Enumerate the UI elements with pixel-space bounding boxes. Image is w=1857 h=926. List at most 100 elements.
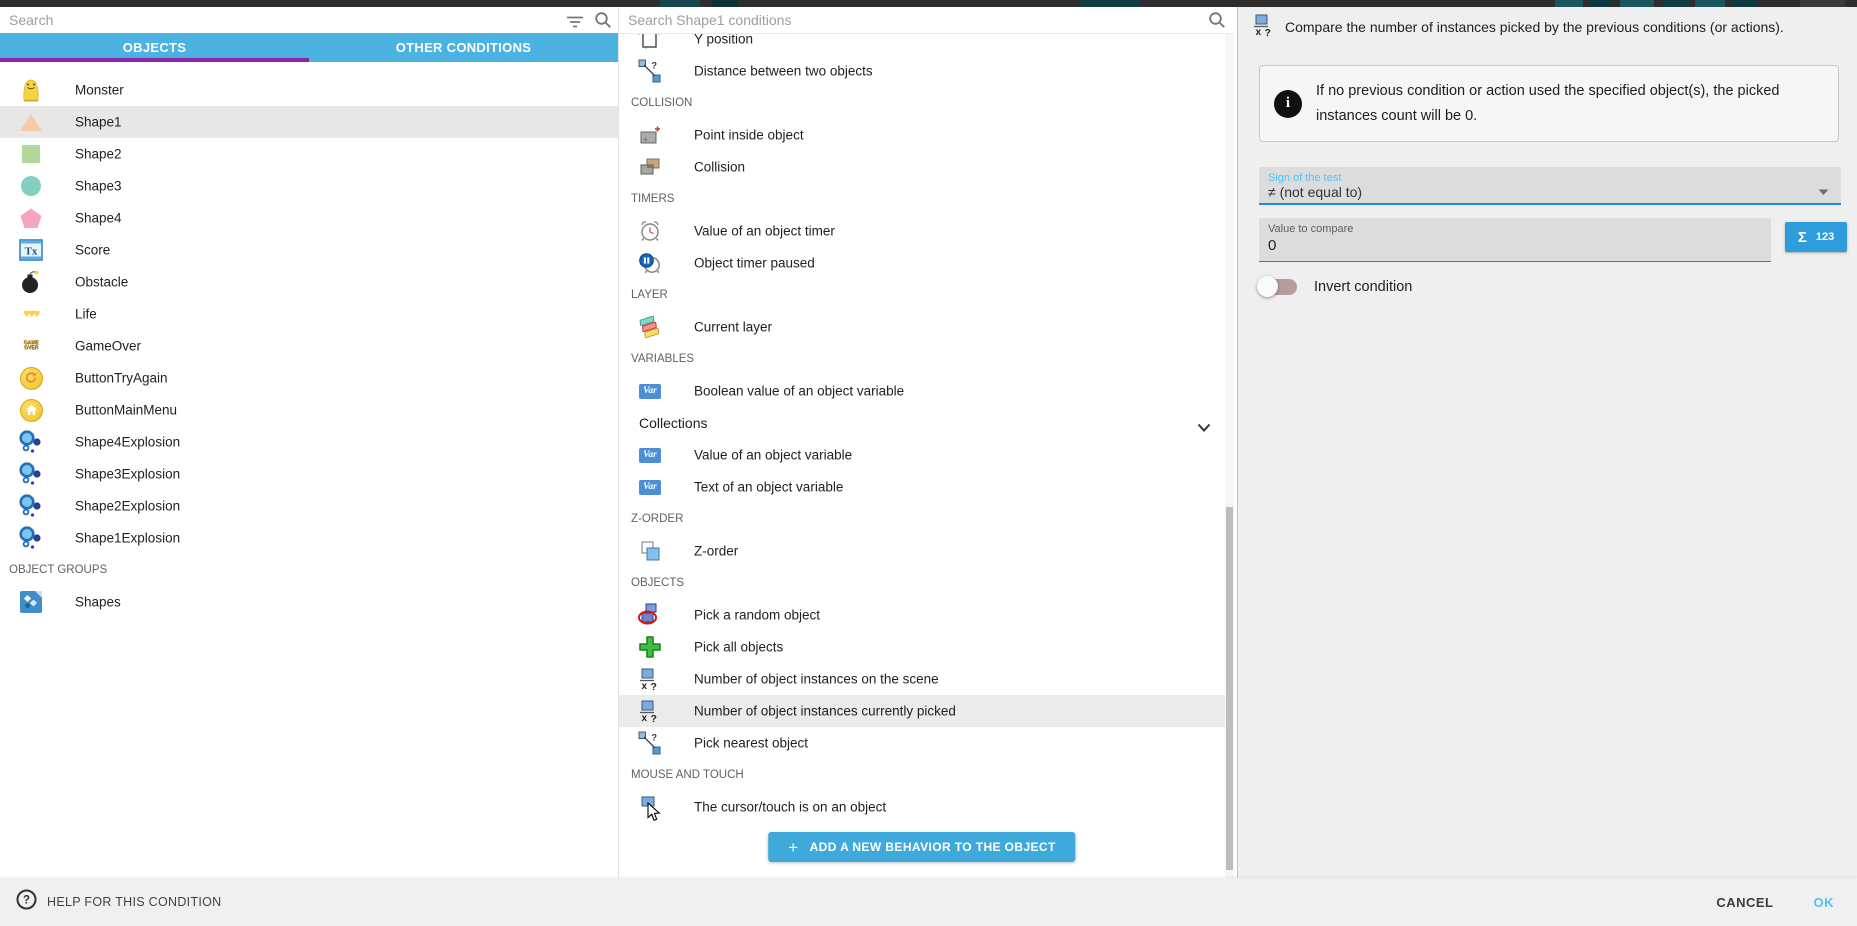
background-toolbar-fragment	[1695, 0, 1725, 7]
condition-row[interactable]: x?Number of object instances currently p…	[619, 695, 1225, 727]
object-row[interactable]: ButtonTryAgain	[0, 362, 618, 394]
help-button[interactable]: ? HELP FOR THIS CONDITION	[16, 889, 222, 915]
pentagon-shape-icon	[18, 206, 44, 230]
condition-label: Value of an object timer	[694, 224, 835, 239]
condition-row[interactable]: VarText of an object variable	[619, 471, 1225, 503]
dropdown-arrow-icon	[1818, 183, 1829, 201]
objects-search-input[interactable]	[0, 7, 618, 33]
condition-label: Collision	[694, 160, 745, 175]
condition-row[interactable]: Object timer paused	[619, 247, 1225, 279]
object-name: Life	[75, 307, 97, 322]
condition-label: Y position	[694, 34, 753, 47]
condition-subcategory-row[interactable]: Collections	[619, 407, 1225, 439]
object-name: Shape2	[75, 147, 122, 162]
condition-row[interactable]: Y position	[619, 34, 1225, 55]
sigma-button-label: 123	[1816, 231, 1834, 243]
ok-button[interactable]: OK	[1814, 895, 1835, 910]
cancel-button[interactable]: CANCEL	[1716, 895, 1773, 910]
footer-actions: CANCEL OK	[1716, 895, 1834, 910]
condition-row[interactable]: x?Number of object instances on the scen…	[619, 663, 1225, 695]
object-row[interactable]: GAMEOVERGameOver	[0, 330, 618, 362]
hearts-icon: ♥♥♥	[18, 302, 44, 326]
condition-row[interactable]: Current layer	[619, 311, 1225, 343]
panel-tabs: OBJECTS OTHER CONDITIONS	[0, 33, 618, 62]
condition-row[interactable]: ?Distance between two objects	[619, 55, 1225, 87]
object-row[interactable]: ♥♥♥ Life	[0, 298, 618, 330]
sign-of-test-select[interactable]: Sign of the test ≠ (not equal to)	[1259, 167, 1841, 205]
background-toolbar-fragment	[1590, 0, 1612, 7]
object-row[interactable]: Shape1Explosion	[0, 522, 618, 554]
object-row[interactable]: Shape4	[0, 202, 618, 234]
expression-builder-button[interactable]: Σ 123	[1785, 222, 1847, 252]
square-shape-icon	[18, 142, 44, 166]
triangle-shape-icon	[18, 110, 44, 134]
chevron-down-icon	[1197, 419, 1211, 437]
condition-row[interactable]: Pick all objects	[619, 631, 1225, 663]
condition-row[interactable]: Z-order	[619, 535, 1225, 567]
svg-text:x: x	[642, 681, 648, 691]
info-box: i If no previous condition or action use…	[1259, 65, 1839, 142]
particles-icon	[18, 430, 44, 454]
condition-label: Z-order	[694, 544, 738, 559]
background-toolbar-fragment	[1663, 0, 1689, 7]
object-row[interactable]: ButtonMainMenu	[0, 394, 618, 426]
svg-text:?: ?	[651, 713, 657, 723]
conditions-panel: Y position?Distance between two objectsC…	[618, 7, 1234, 878]
object-name: Monster	[75, 83, 124, 98]
object-row[interactable]: Shape1	[0, 106, 618, 138]
object-row[interactable]: Obstacle	[0, 266, 618, 298]
condition-row[interactable]: Collision	[619, 151, 1225, 183]
instances-count-icon: x?	[637, 699, 663, 723]
timer-paused-icon	[637, 251, 663, 275]
svg-text:Tx: Tx	[25, 246, 38, 258]
invert-condition-row: Invert condition	[1259, 276, 1412, 298]
object-row[interactable]: Shape4Explosion	[0, 426, 618, 458]
y-position-icon	[637, 34, 663, 51]
variable-icon: Var	[637, 443, 663, 467]
dialog-footer: ? HELP FOR THIS CONDITION CANCEL OK	[0, 878, 1857, 926]
svg-text:x: x	[642, 713, 648, 723]
value-to-compare-label: Value to compare	[1268, 223, 1353, 235]
z-order-icon	[637, 539, 663, 563]
condition-label: The cursor/touch is on an object	[694, 800, 886, 815]
condition-row[interactable]: The cursor/touch is on an object	[619, 791, 1225, 823]
condition-row[interactable]: VarValue of an object variable	[619, 439, 1225, 471]
scrollbar-thumb[interactable]	[1226, 507, 1233, 870]
condition-row[interactable]: Value of an object timer	[619, 215, 1225, 247]
filter-icon[interactable]	[566, 15, 584, 33]
condition-row[interactable]: Pick a random object	[619, 599, 1225, 631]
object-group-row[interactable]: Shapes	[0, 586, 618, 618]
distance-icon: ?	[637, 59, 663, 83]
condition-row[interactable]: Point inside object	[619, 119, 1225, 151]
object-row[interactable]: Shape3Explosion	[0, 458, 618, 490]
condition-settings-panel: x? Compare the number of instances picke…	[1237, 7, 1857, 878]
object-row[interactable]: Shape3	[0, 170, 618, 202]
circle-shape-icon	[18, 174, 44, 198]
conditions-search-bar	[619, 7, 1234, 34]
sigma-icon: Σ	[1798, 229, 1807, 246]
particles-icon	[18, 494, 44, 518]
object-row[interactable]: Monster	[0, 74, 618, 106]
background-toolbar-fragment	[660, 0, 700, 7]
pick-nearest-icon: ?	[637, 731, 663, 755]
text-object-icon: Tx	[18, 238, 44, 262]
value-to-compare-field[interactable]: Value to compare 0	[1259, 218, 1771, 262]
invert-condition-toggle[interactable]	[1259, 279, 1297, 295]
object-row[interactable]: Shape2Explosion	[0, 490, 618, 522]
condition-row[interactable]: VarBoolean value of an object variable	[619, 375, 1225, 407]
background-toolbar-fragment	[1620, 0, 1654, 7]
objects-panel: OBJECTS OTHER CONDITIONS Monster Shape1 Sh…	[0, 7, 618, 878]
tab-other-conditions[interactable]: OTHER CONDITIONS	[309, 33, 618, 62]
condition-row[interactable]: ?Pick nearest object	[619, 727, 1225, 759]
conditions-search-input[interactable]	[619, 7, 1234, 33]
object-name: Obstacle	[75, 275, 128, 290]
gameover-icon: GAMEOVER	[18, 334, 44, 358]
condition-category-header: COLLISION	[619, 87, 1225, 119]
add-behavior-button[interactable]: + ADD A NEW BEHAVIOR TO THE OBJECT	[768, 832, 1075, 862]
background-toolbar-fragment	[1555, 0, 1583, 7]
cursor-on-object-icon	[637, 795, 663, 819]
object-row[interactable]: Shape2	[0, 138, 618, 170]
search-icon	[594, 11, 612, 34]
object-row[interactable]: TxScore	[0, 234, 618, 266]
object-groups-header: OBJECT GROUPS	[0, 554, 618, 586]
